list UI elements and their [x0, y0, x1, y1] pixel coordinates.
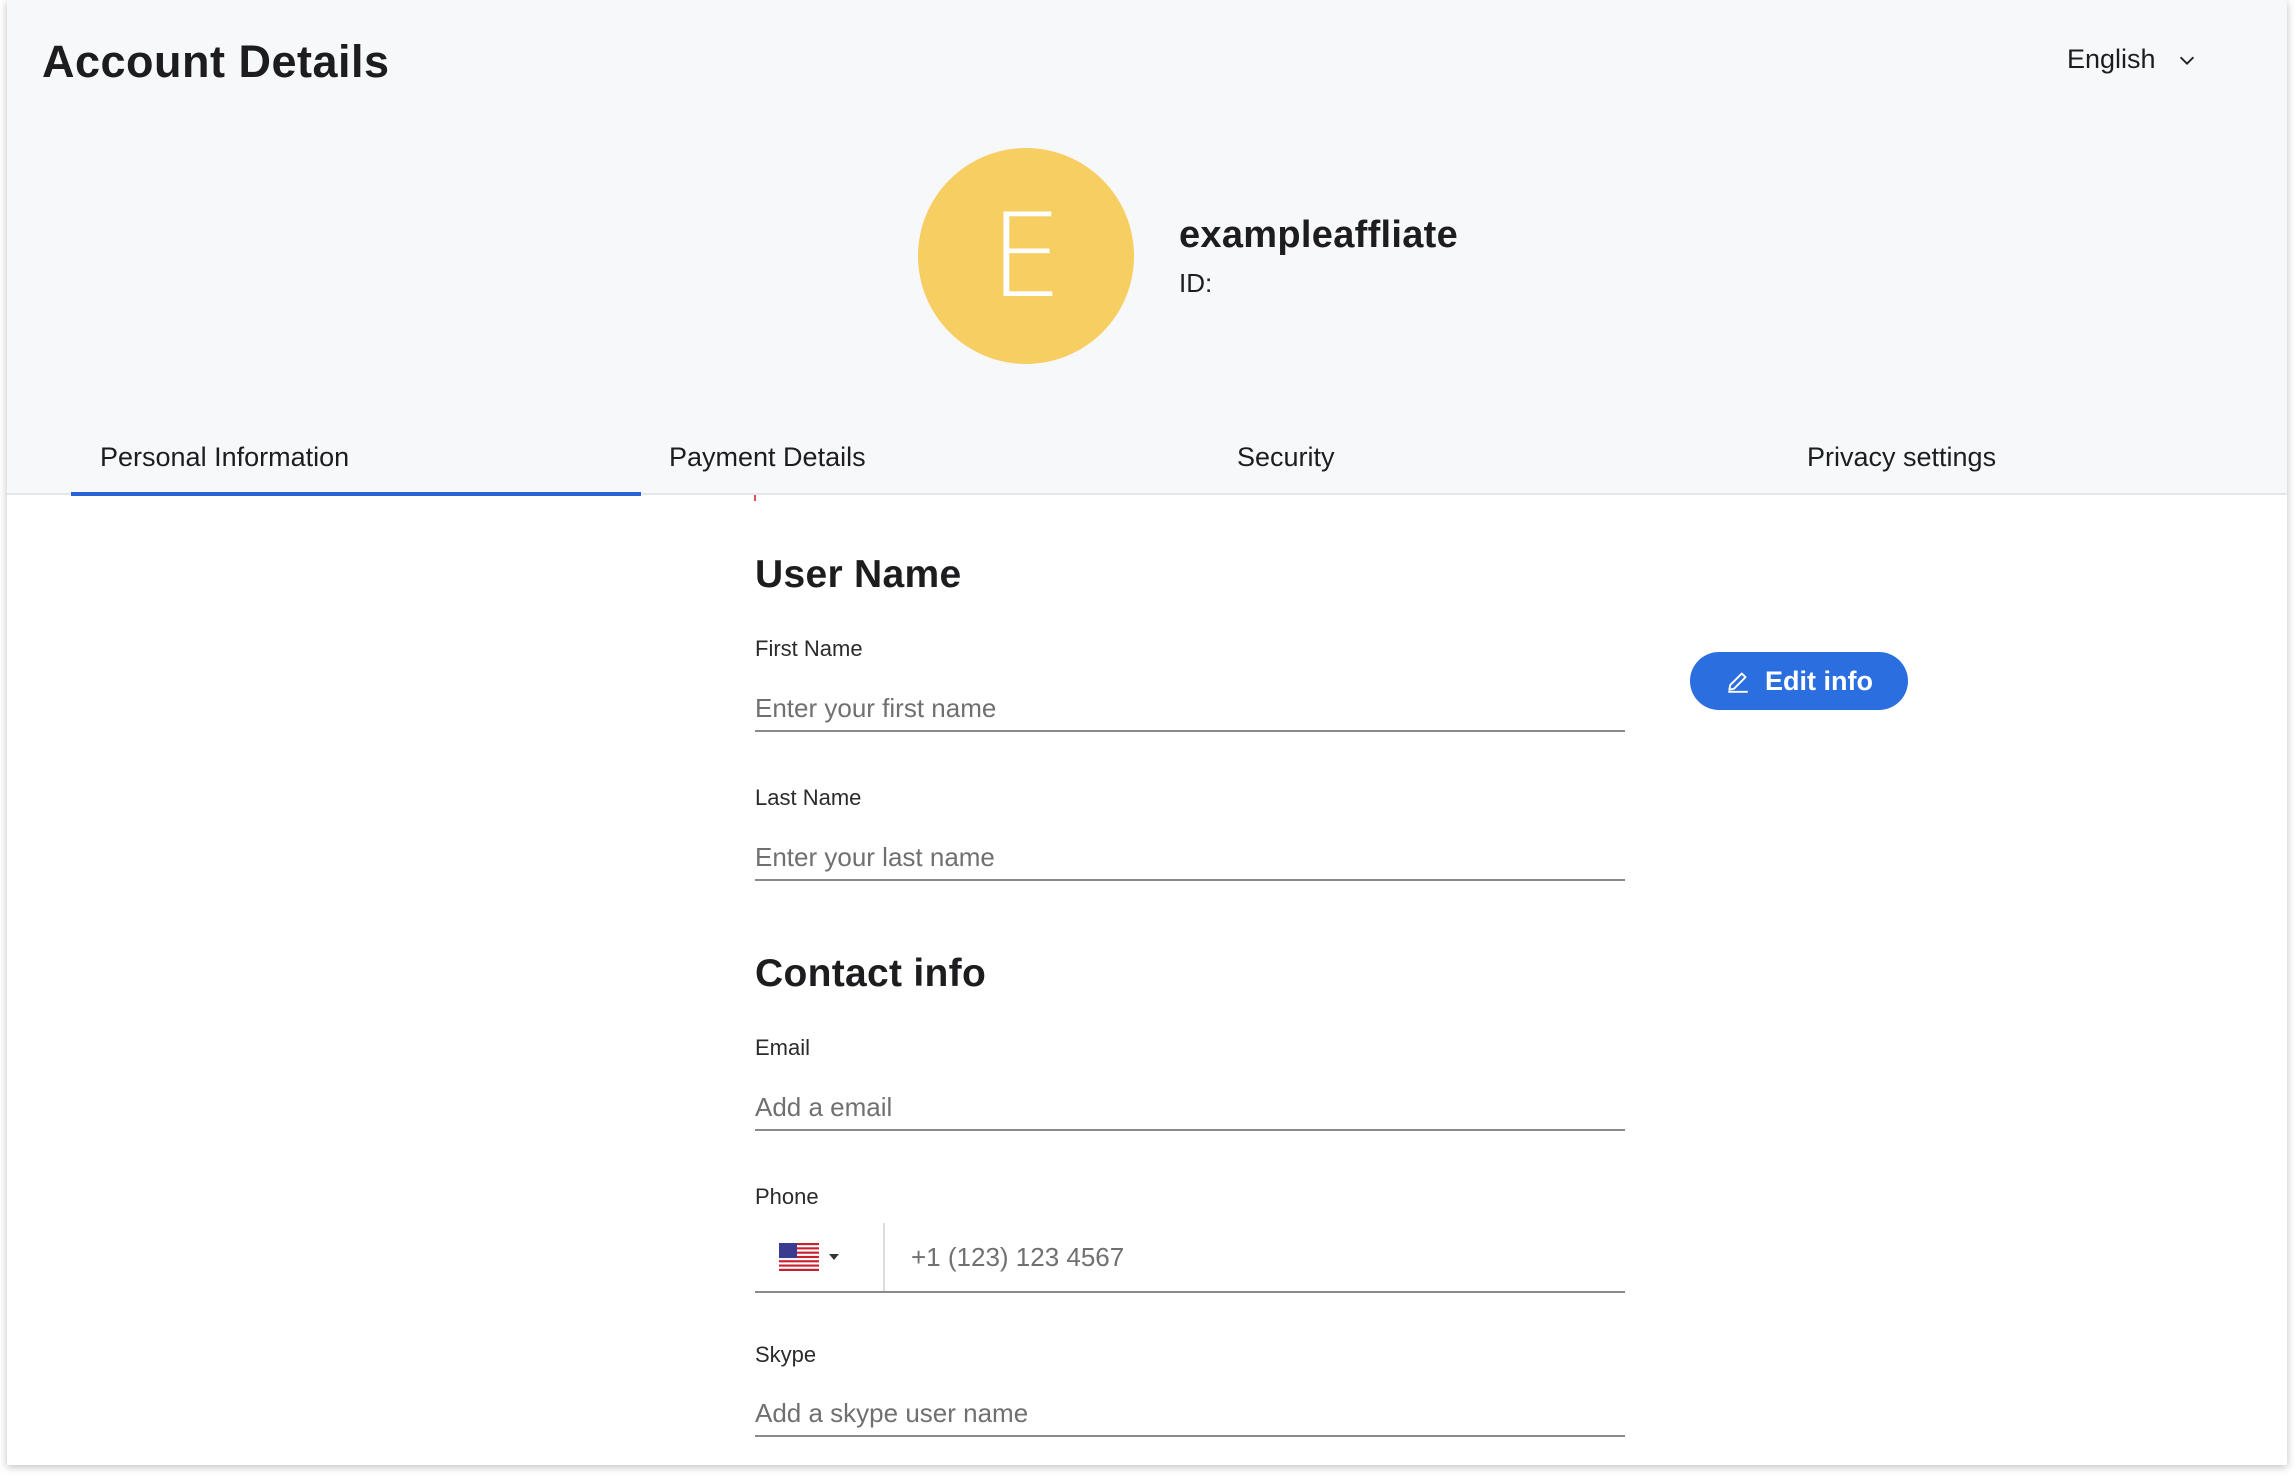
contact-info-section-title: Contact info [755, 952, 987, 995]
pencil-icon [1728, 672, 1748, 693]
skype-input[interactable] [755, 1391, 1625, 1437]
tab-personal-information[interactable]: Personal Information [100, 442, 349, 473]
account-details-window: Account Details English E exampleaffliat… [7, 0, 2287, 1465]
us-flag-icon [779, 1243, 819, 1271]
divider-marker [754, 495, 756, 501]
caret-down-icon [829, 1254, 839, 1260]
active-tab-indicator [71, 492, 641, 496]
last-name-label: Last Name [755, 785, 862, 810]
edit-info-label: Edit info [1765, 665, 1873, 696]
account-header: Account Details English E exampleaffliat… [7, 0, 2287, 497]
language-selector[interactable]: English [2067, 44, 2198, 75]
phone-field [755, 1223, 1625, 1293]
tab-privacy-settings[interactable]: Privacy settings [1807, 442, 1996, 473]
page-title: Account Details [42, 36, 390, 87]
email-input[interactable] [755, 1085, 1625, 1131]
avatar: E [918, 148, 1134, 364]
first-name-label: First Name [755, 636, 863, 661]
skype-label: Skype [755, 1342, 817, 1367]
email-label: Email [755, 1035, 811, 1060]
tab-payment-details[interactable]: Payment Details [669, 442, 866, 473]
country-code-select[interactable] [755, 1223, 885, 1291]
account-tabs: Personal Information Payment Details Sec… [7, 430, 2287, 497]
phone-label: Phone [755, 1184, 819, 1209]
avatar-letter: E [989, 188, 1063, 324]
username: exampleaffliate [1179, 214, 1459, 256]
edit-info-button[interactable]: Edit info [1690, 652, 1908, 710]
user-id-label: ID: [1179, 268, 1213, 298]
user-name-section-title: User Name [755, 553, 962, 596]
first-name-input[interactable] [755, 686, 1625, 732]
phone-input[interactable] [885, 1223, 1625, 1291]
chevron-down-icon [2179, 56, 2194, 65]
tab-security[interactable]: Security [1237, 442, 1335, 473]
language-label: English [2067, 44, 2156, 74]
last-name-input[interactable] [755, 835, 1625, 881]
